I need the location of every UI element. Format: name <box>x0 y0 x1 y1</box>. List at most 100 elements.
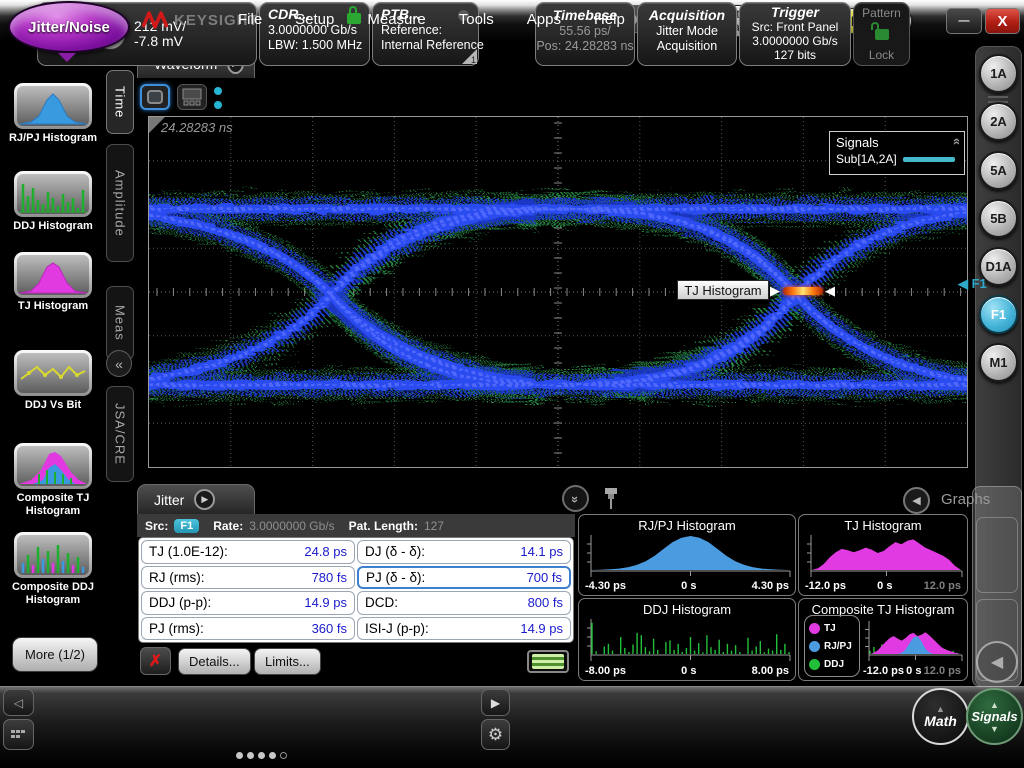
timebase-position: Pos: 24.28283 ns <box>536 39 634 54</box>
trigger-panel[interactable]: Trigger Src: Front Panel 3.0000000 Gb/s … <box>739 2 851 66</box>
details-button[interactable]: Details... <box>178 648 251 675</box>
f1-trace-pointer: ◀ F1 <box>958 276 987 292</box>
jitter-results-table: TJ (1.0E-12):24.8 ps DJ (δ - δ):14.1 ps … <box>138 537 574 643</box>
trigger-source: Src: Front Panel <box>740 20 850 34</box>
menu-apps[interactable]: Apps <box>527 11 561 28</box>
signals-button[interactable]: ▲ Signals ▼ <box>966 688 1023 745</box>
waveform-display[interactable]: 24.28283 ns Signals » Sub[1A,2A] TJ Hist… <box>148 116 968 468</box>
signals-legend-box[interactable]: Signals » Sub[1A,2A] <box>829 131 965 175</box>
close-measurement-button[interactable]: ✗ <box>140 647 171 675</box>
page-dot-inactive <box>280 752 287 759</box>
tab-jsa-cre[interactable]: JSA/CRE <box>106 386 134 482</box>
pin-icon[interactable] <box>602 486 620 512</box>
tj-histogram-thumbnail-icon <box>17 255 89 295</box>
split-view-button[interactable] <box>177 84 207 110</box>
drag-handle-dot-icon[interactable] <box>214 87 222 95</box>
tj-histogram-panel[interactable]: TJ Histogram -12.0 ps0 s12.0 ps <box>798 514 968 596</box>
arrow-left-icon: ◀ <box>991 652 1003 672</box>
close-button[interactable]: X <box>985 8 1020 34</box>
channel-button-1a[interactable]: 1A <box>979 54 1018 93</box>
status-next-button[interactable]: ▶ <box>481 689 510 716</box>
menu-file[interactable]: File <box>238 11 262 28</box>
app-mode-dropdown-icon[interactable] <box>58 53 76 62</box>
tab-amplitude[interactable]: Amplitude <box>106 144 134 262</box>
measurement-cell[interactable]: ISI-J (p-p):14.9 ps <box>357 617 571 641</box>
drag-handle-dot-icon[interactable] <box>214 101 222 109</box>
graphs-drawer-arrow-button[interactable]: ◀ <box>976 641 1018 683</box>
measurement-cell[interactable]: DJ (δ - δ):14.1 ps <box>357 540 571 564</box>
pattern-lock-panel[interactable]: Pattern Lock <box>853 2 910 66</box>
measurement-cell[interactable]: DCD:800 fs <box>357 591 571 615</box>
composite-tj-thumbnail-icon <box>17 446 89 486</box>
sidebar-item-rjpj-histogram[interactable] <box>14 83 92 129</box>
sidebar-item-tj-histogram[interactable] <box>14 252 92 298</box>
signals-label: Signals <box>971 709 1017 725</box>
drawer-slot <box>976 517 1018 593</box>
measurement-cell[interactable]: DDJ (p-p):14.9 ps <box>141 591 355 615</box>
jitter-tab-label: Jitter <box>154 492 184 508</box>
composite-tj-histogram-panel[interactable]: Composite TJ Histogram TJ RJ/PJ DDJ -12.… <box>798 598 968 681</box>
menu-measure[interactable]: Measure <box>367 11 425 28</box>
measurement-cell-selected[interactable]: PJ (δ - δ):700 fs <box>357 566 571 590</box>
graphs-drawer-collapse-button[interactable]: ◀ <box>903 487 930 514</box>
marker-arrow-right-icon: ▶ <box>770 283 780 299</box>
acquisition-title: Acquisition <box>638 7 736 24</box>
tab-time[interactable]: Time <box>106 70 134 134</box>
measurement-cell[interactable]: PJ (rms):360 fs <box>141 617 355 641</box>
pattern-length-label: Pat. Length: <box>349 519 418 533</box>
settings-button[interactable]: ⚙ <box>481 719 510 750</box>
x-axis-labels: -12.0 ps0 s12.0 ps <box>805 580 961 592</box>
menu-bar: File Setup Measure Tools Apps Help <box>238 11 625 28</box>
keysight-spark-icon <box>142 10 168 30</box>
panel-title: TJ Histogram <box>799 518 967 533</box>
measurement-cell[interactable]: RJ (rms):780 fs <box>141 566 355 590</box>
sidebar-item-ddj-vs-bit[interactable] <box>14 350 92 396</box>
menu-tools[interactable]: Tools <box>459 11 494 28</box>
marker-arrow-left-icon: ◀ <box>825 283 835 299</box>
channel-button-f1[interactable]: F1 <box>979 295 1018 334</box>
page-dot <box>258 752 265 759</box>
collapse-results-button[interactable]: » <box>562 485 589 512</box>
sidebar-item-ddj-histogram[interactable] <box>14 171 92 217</box>
measurement-cell[interactable]: TJ (1.0E-12):24.8 ps <box>141 540 355 564</box>
menu-setup[interactable]: Setup <box>295 11 334 28</box>
math-button[interactable]: ▲ Math <box>912 688 969 745</box>
memory-gauge-icon <box>527 650 569 673</box>
channel-button-2a[interactable]: 2A <box>979 102 1018 141</box>
limits-button[interactable]: Limits... <box>254 648 321 675</box>
channel-button-5a[interactable]: 5A <box>979 151 1018 190</box>
collapse-chevron-icon[interactable]: » <box>948 140 963 145</box>
app-mode-button[interactable]: Jitter/Noise <box>8 1 130 53</box>
sidebar-item-label: Composite DDJ Histogram <box>0 581 106 607</box>
red-x-icon: ✗ <box>149 651 162 671</box>
rjpj-legend-dot <box>809 641 820 652</box>
menu-help[interactable]: Help <box>594 11 625 28</box>
signal-color-swatch <box>903 157 955 162</box>
ddj-legend-dot <box>809 659 820 670</box>
channel-button-5b[interactable]: 5B <box>979 199 1018 238</box>
sidebar-item-composite-ddj-histogram[interactable] <box>14 532 92 578</box>
status-bar <box>0 686 1024 768</box>
jitter-tab[interactable]: Jitter ▶ <box>137 484 255 514</box>
src-badge[interactable]: F1 <box>174 519 199 533</box>
sidebar-item-composite-tj-histogram[interactable] <box>14 443 92 489</box>
tj-histogram-marker-label[interactable]: TJ Histogram <box>677 280 769 300</box>
ddj-histogram-panel[interactable]: DDJ Histogram -8.00 ps0 s8.00 ps <box>578 598 796 681</box>
single-view-button[interactable] <box>140 84 170 110</box>
x-axis-labels: -4.30 ps0 s4.30 ps <box>585 580 789 592</box>
page-indicator[interactable] <box>236 752 287 759</box>
channel-button-m1[interactable]: M1 <box>979 343 1018 382</box>
sidebar-collapse-button[interactable]: « <box>106 350 132 377</box>
status-grid-button[interactable] <box>3 719 34 750</box>
arrow-right-icon: ▶ <box>491 696 500 710</box>
tab-meas[interactable]: Meas <box>106 286 134 360</box>
play-icon[interactable]: ▶ <box>194 489 215 510</box>
grid-icon <box>11 729 27 741</box>
sidebar-item-label: Composite TJ Histogram <box>0 492 106 518</box>
graphs-drawer-label: Graphs <box>941 491 990 508</box>
more-graphs-button[interactable]: More (1/2) <box>12 637 98 672</box>
minimize-button[interactable]: — <box>946 8 982 34</box>
status-prev-button[interactable]: ◁ <box>3 689 34 716</box>
rjpj-histogram-panel[interactable]: RJ/PJ Histogram -4.30 ps0 s4.30 ps <box>578 514 796 596</box>
acquisition-panel[interactable]: Acquisition Jitter Mode Acquisition <box>637 2 737 66</box>
